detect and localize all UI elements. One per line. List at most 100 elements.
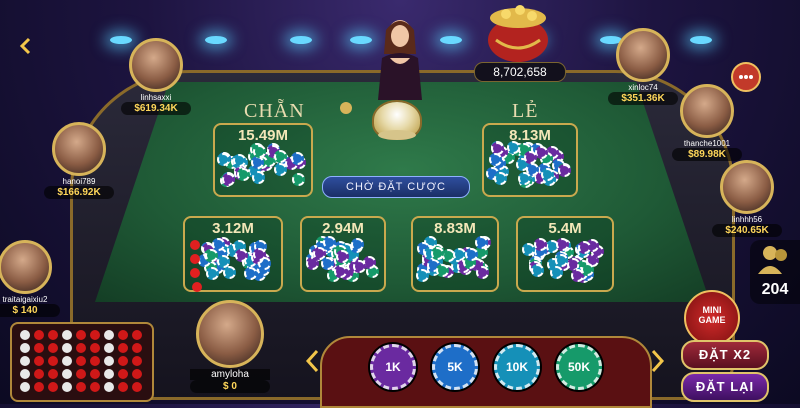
history-dot <box>90 369 100 379</box>
history-dot <box>90 343 100 353</box>
avatar <box>720 160 774 214</box>
history-dot <box>118 343 128 353</box>
player-name: linhsaxxi <box>140 93 172 102</box>
history-dot <box>76 369 86 379</box>
mini-game-bottom: GAME <box>698 315 726 325</box>
history-dot <box>90 382 100 392</box>
player-seat[interactable]: traitaigaixiu2 $ 140 <box>0 240 60 317</box>
player-money: $240.65K <box>712 224 782 237</box>
player-money: $166.92K <box>44 186 114 199</box>
chip-5k[interactable]: 5K <box>432 344 478 390</box>
bet-amount: 3.12M <box>212 220 254 237</box>
bet-amount: 5.4M <box>548 220 582 237</box>
chip-50k[interactable]: 50K <box>556 344 602 390</box>
history-dot <box>76 343 86 353</box>
history-dot <box>34 382 44 392</box>
double-bet-button[interactable]: ĐẶT X2 <box>681 340 769 370</box>
history-dot <box>20 369 30 379</box>
users-icon <box>758 246 787 274</box>
chip-token <box>291 173 305 187</box>
history-dot <box>132 369 142 379</box>
history-dot <box>132 356 142 366</box>
history-dot <box>104 343 114 353</box>
chip-next-button[interactable] <box>650 348 666 379</box>
result-history[interactable] <box>10 322 154 402</box>
chip-token <box>465 247 479 261</box>
player-name: hanoi789 <box>62 177 96 186</box>
history-dot <box>62 330 72 340</box>
avatar <box>196 300 264 368</box>
chip-token <box>205 248 219 262</box>
back-button[interactable] <box>16 36 36 56</box>
back-icon <box>19 37 31 55</box>
chip-token <box>251 171 265 185</box>
avatar <box>616 28 670 82</box>
history-dot <box>20 330 30 340</box>
player-name: xinloc74 <box>628 83 658 92</box>
chat-icon <box>739 75 753 79</box>
chip-10k[interactable]: 10K <box>494 344 540 390</box>
player-seat[interactable]: xinloc74 $351.36K <box>608 28 678 105</box>
history-dot <box>76 356 86 366</box>
chat-button[interactable] <box>731 62 761 92</box>
bet-amount: 8.83M <box>434 220 476 237</box>
mini-game-top: MINI <box>702 305 722 315</box>
chip-prev-button[interactable] <box>304 348 320 379</box>
chip-token <box>431 246 445 260</box>
ceiling-light <box>205 36 227 44</box>
history-dot <box>62 369 72 379</box>
chip-token <box>237 167 251 181</box>
chip-token <box>252 247 266 261</box>
history-dot <box>48 382 58 392</box>
chip-token <box>474 236 488 250</box>
player-money: $619.34K <box>121 102 191 115</box>
online-users[interactable]: 204 <box>750 240 800 304</box>
mini-game-button[interactable]: MINI GAME <box>684 290 740 346</box>
chip-token <box>558 163 572 177</box>
avatar <box>129 38 183 92</box>
chip-token <box>435 264 449 278</box>
player-seat[interactable]: hanoi789 $166.92K <box>44 122 114 199</box>
history-dot <box>118 382 128 392</box>
right-arrow-icon <box>651 349 665 373</box>
history-dot <box>118 369 128 379</box>
self-money: $ 0 <box>190 380 270 393</box>
dice-marker <box>192 282 202 292</box>
history-dot <box>132 330 142 340</box>
history-dot <box>34 343 44 353</box>
history-dot <box>118 330 128 340</box>
player-seat[interactable]: linhsaxxi $619.34K <box>121 38 191 115</box>
left-arrow-icon <box>305 349 319 373</box>
dice-marker <box>190 240 200 250</box>
chip-token <box>216 152 230 166</box>
ceiling-light <box>690 36 712 44</box>
chip-token <box>232 154 246 168</box>
dealer-badge-icon <box>340 102 352 114</box>
player-seat[interactable]: thanche1001 $89.98K <box>672 84 742 161</box>
history-dot <box>20 343 30 353</box>
chip-token <box>251 155 265 169</box>
history-dot <box>34 356 44 366</box>
history-dot <box>90 330 100 340</box>
dice-marker <box>190 254 200 264</box>
history-dot <box>90 356 100 366</box>
chip-token <box>577 240 591 254</box>
chip-token <box>555 238 569 252</box>
history-dot <box>34 369 44 379</box>
self-player[interactable]: amyloha $ 0 <box>190 300 270 393</box>
ceiling-light <box>290 36 312 44</box>
player-seat[interactable]: linhhh56 $240.65K <box>712 160 782 237</box>
history-dot <box>62 343 72 353</box>
chip-token <box>323 236 337 249</box>
chip-token <box>517 171 531 185</box>
chip-token <box>335 250 349 264</box>
history-dot <box>104 369 114 379</box>
chip-1k[interactable]: 1K <box>370 344 416 390</box>
rebet-button[interactable]: ĐẶT LẠI <box>681 372 769 402</box>
avatar <box>0 240 52 294</box>
history-dot <box>62 356 72 366</box>
history-dot <box>118 356 128 366</box>
history-dot <box>104 382 114 392</box>
chip-token <box>549 265 563 279</box>
jackpot-pot-icon <box>478 0 558 62</box>
